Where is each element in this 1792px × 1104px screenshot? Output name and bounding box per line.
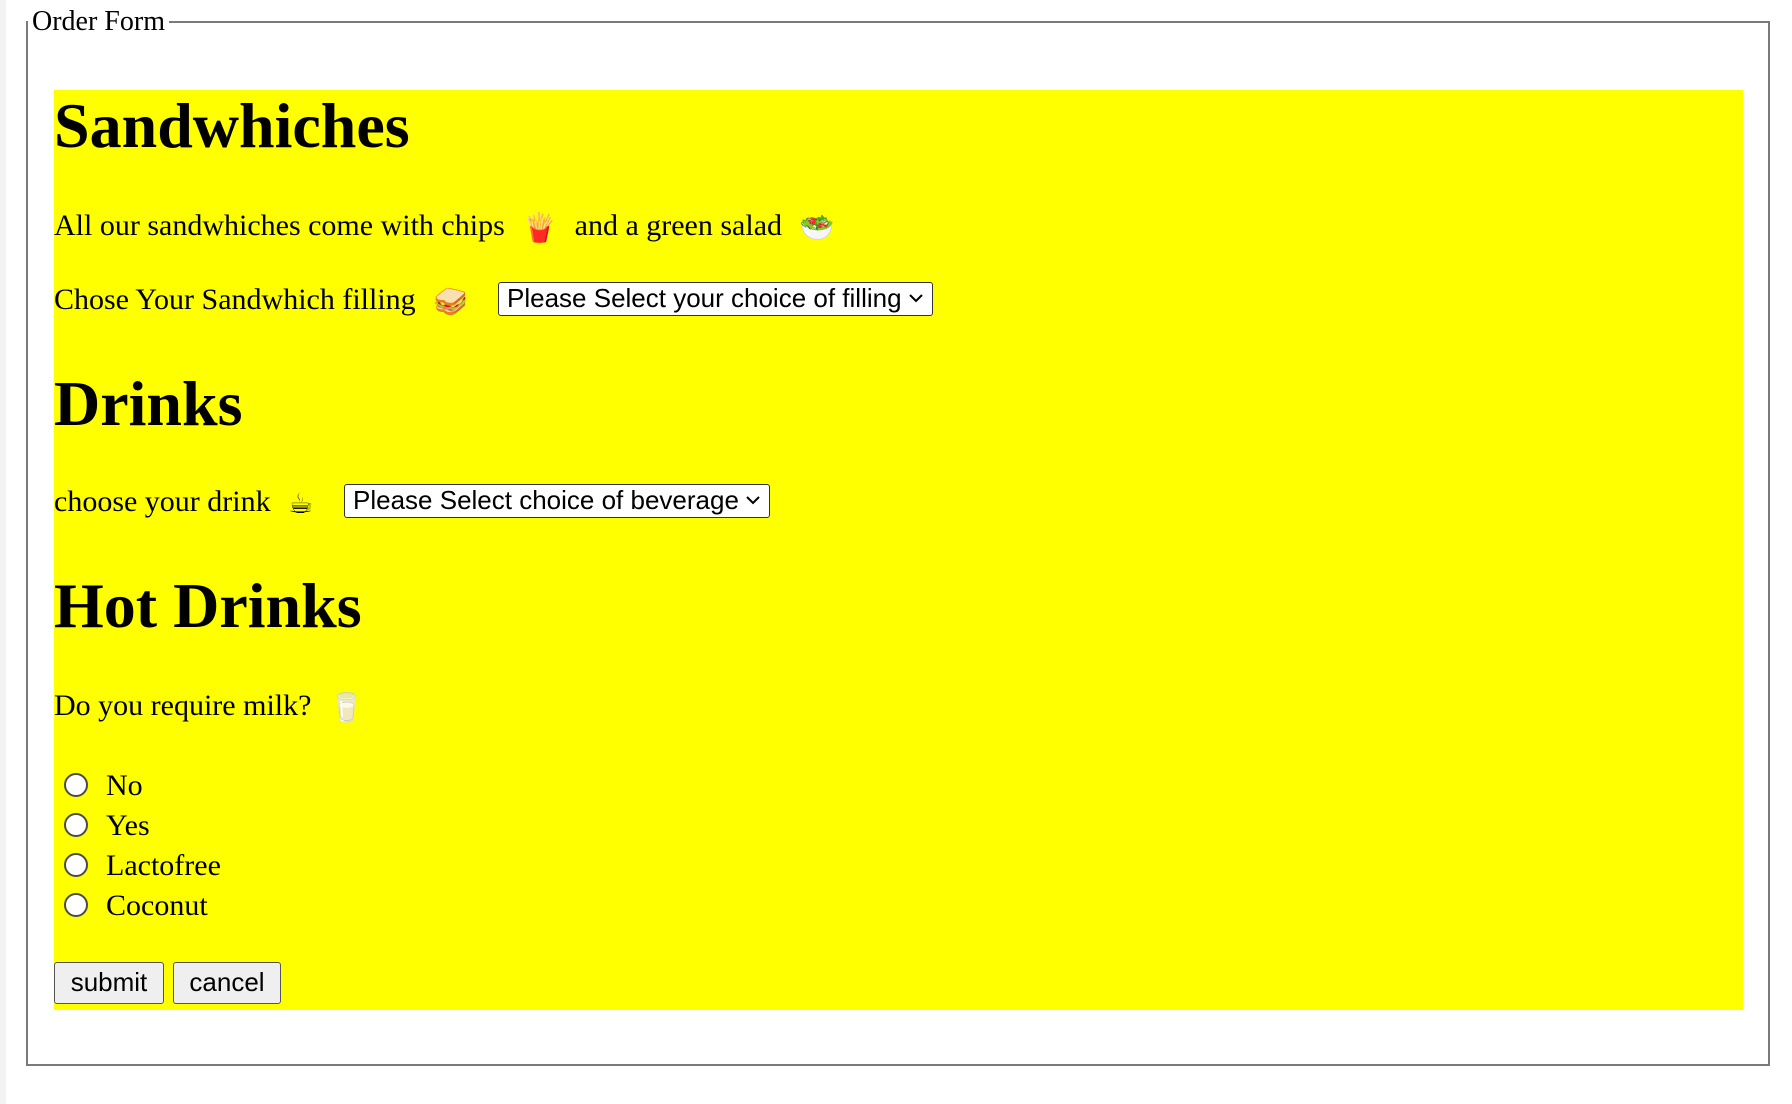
chips-icon: 🍟 bbox=[522, 211, 558, 245]
milk-question: Do you require milk? 🥛 bbox=[54, 690, 364, 724]
milk-glass-icon: 🥛 bbox=[328, 691, 364, 725]
drink-label: choose your drink ☕ bbox=[54, 486, 313, 520]
filling-select-value: Please Select your choice of filling bbox=[507, 283, 902, 313]
drink-label-text: choose your drink bbox=[54, 485, 271, 518]
filling-select[interactable]: Please Select your choice of filling bbox=[498, 282, 933, 316]
drink-select-value: Please Select choice of beverage bbox=[353, 485, 739, 515]
filling-label-text: Chose Your Sandwhich filling bbox=[54, 283, 416, 316]
filling-label: Chose Your Sandwhich filling 🥪 bbox=[54, 284, 468, 318]
salad-icon: 🥗 bbox=[799, 211, 835, 245]
drink-select[interactable]: Please Select choice of beverage bbox=[344, 484, 770, 518]
milk-option-coconut-label: Coconut bbox=[106, 889, 208, 922]
order-form-legend: Order Form bbox=[32, 6, 165, 37]
milk-option-yes-radio[interactable] bbox=[64, 813, 88, 837]
drinks-heading: Drinks bbox=[54, 368, 243, 439]
sandwiches-intro: All our sandwhiches come with chips 🍟 an… bbox=[54, 210, 834, 244]
sandwiches-heading: Sandwhiches bbox=[54, 90, 410, 161]
milk-option-lactofree-radio[interactable] bbox=[64, 853, 88, 877]
milk-option-lactofree-label: Lactofree bbox=[106, 849, 221, 882]
milk-question-text: Do you require milk? bbox=[54, 689, 312, 722]
milk-option-no-radio[interactable] bbox=[64, 773, 88, 797]
page-left-edge bbox=[0, 0, 6, 1104]
coffee-icon: ☕ bbox=[288, 487, 314, 521]
sandwiches-intro-text: All our sandwhiches come with chips bbox=[54, 209, 505, 242]
chevron-down-icon bbox=[908, 294, 923, 303]
cancel-button[interactable]: cancel bbox=[173, 962, 281, 1004]
chevron-down-icon bbox=[746, 496, 760, 505]
order-section: Sandwhiches All our sandwhiches come wit… bbox=[54, 90, 1743, 1010]
hot-drinks-heading: Hot Drinks bbox=[54, 570, 362, 641]
sandwich-icon: 🥪 bbox=[433, 285, 469, 319]
milk-option-yes-label: Yes bbox=[106, 809, 150, 842]
sandwiches-intro-salad-text: and a green salad bbox=[574, 209, 783, 242]
milk-option-coconut-radio[interactable] bbox=[64, 893, 88, 917]
milk-option-no-label: No bbox=[106, 769, 143, 802]
submit-button[interactable]: submit bbox=[54, 962, 164, 1004]
